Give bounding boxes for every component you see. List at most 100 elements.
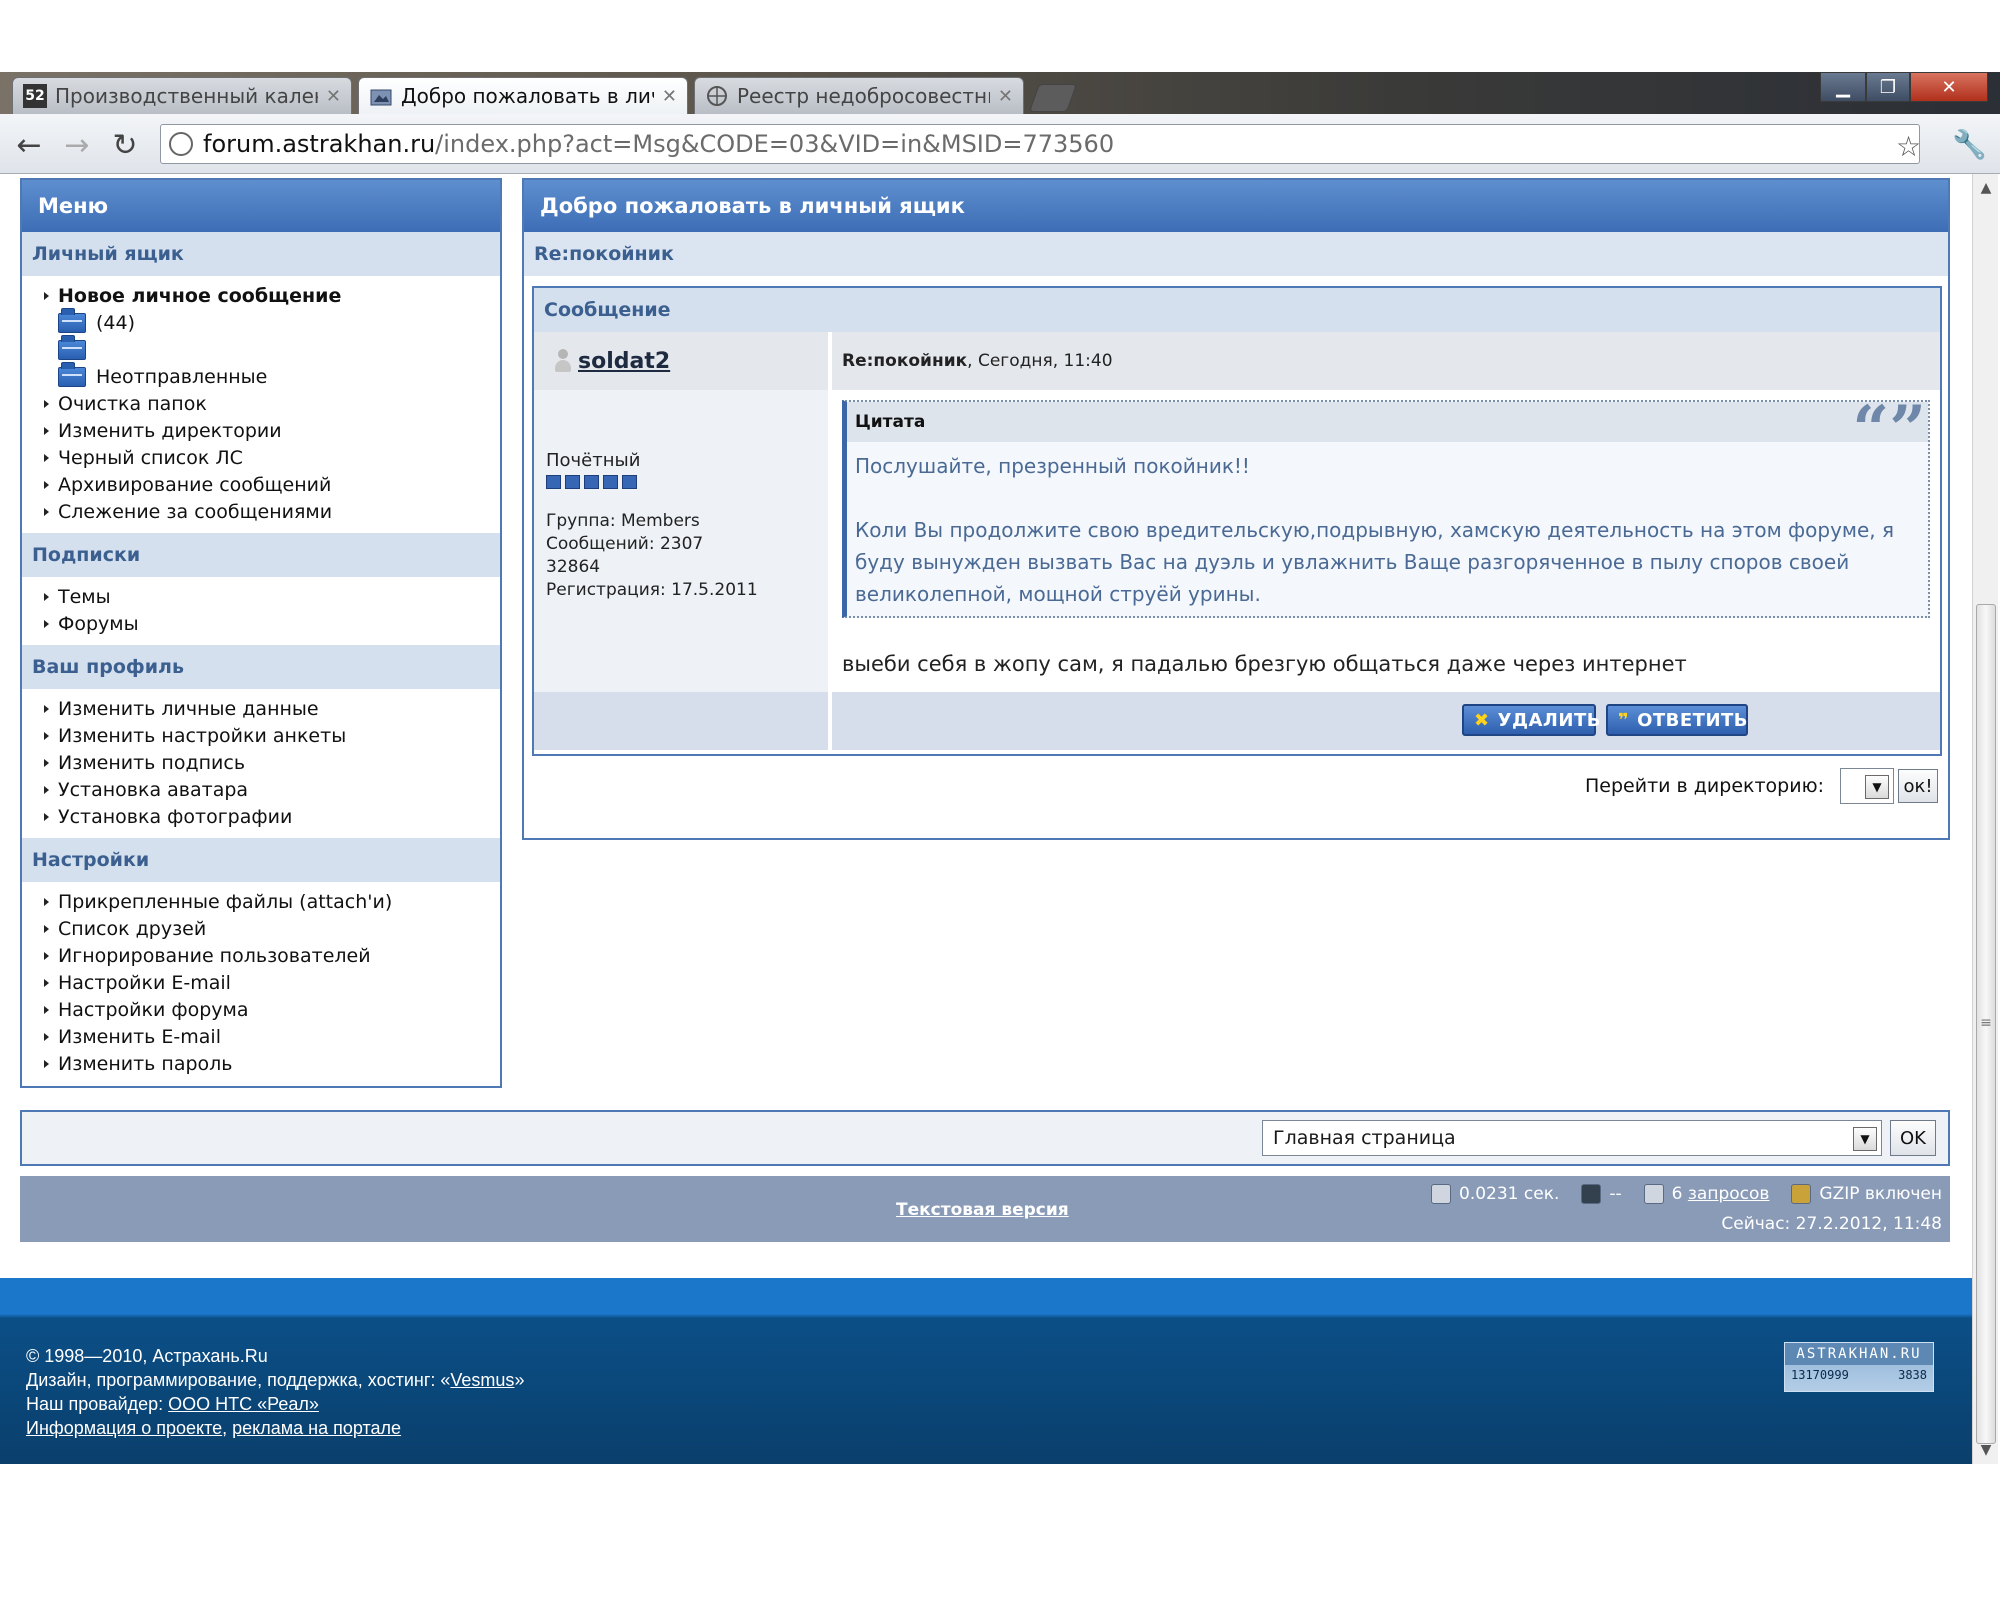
queries-link[interactable]: запросов [1688,1184,1770,1204]
quote-label: Цитата [847,402,1928,442]
sidebar-item-photo[interactable]: Установка фотографии [44,803,500,830]
counter-title: ASTRAKHAN.RU [1785,1343,1933,1365]
quote-mark-icon: “” [1852,392,1926,467]
message-box: Сообщение soldat2 Re:покойник, Сегодня, … [532,286,1942,756]
sidebar-item-profile-settings[interactable]: Изменить настройки анкеты [44,722,500,749]
url-path: /index.php?act=Msg&CODE=03&VID=in&MSID=7… [435,130,1115,158]
unsent-label: Неотправленные [96,365,268,388]
subscriptions-menu: Темы Форумы [22,577,500,645]
address-bar[interactable]: forum.astrakhan.ru/index.php?act=Msg&COD… [160,124,1920,164]
sidebar-item-forum-settings[interactable]: Настройки форума [44,996,500,1023]
section-heading-profile: Ваш профиль [22,645,500,689]
reply-label: ОТВЕТИТЬ [1637,709,1749,731]
sidebar-item-tracking[interactable]: Слежение за сообщениями [44,498,500,525]
tab-registry[interactable]: Реестр недобросовестных ✕ [694,77,1024,114]
sidebar-item-signature[interactable]: Изменить подпись [44,749,500,776]
sidebar-item-edit-folders[interactable]: Изменить директории [44,417,500,444]
sidebar-item-friends[interactable]: Список друзей [44,915,500,942]
sidebar-item-blacklist[interactable]: Черный список ЛС [44,444,500,471]
scroll-down-arrow-icon[interactable]: ▼ [1973,1442,1999,1458]
bookmark-star-icon[interactable]: ☆ [1896,130,1921,163]
reply-quote-icon: ❞ [1618,709,1630,731]
sidebar-item-ignore[interactable]: Игнорирование пользователей [44,942,500,969]
goto-folder-select[interactable]: ▼ [1840,768,1894,804]
load-dash: -- [1609,1184,1622,1204]
vesmus-link[interactable]: Vesmus [450,1370,514,1390]
quick-jump-select[interactable]: Главная страница ▼ [1262,1120,1882,1156]
rank-pip-icon [622,475,637,489]
tab-calendar[interactable]: 52 Производственный календ ✕ [12,77,352,114]
author-id: 32864 [546,557,601,577]
forward-arrow-icon[interactable]: → [60,128,94,163]
sidebar-item-attachments[interactable]: Прикрепленные файлы (attach'и) [44,888,500,915]
scroll-thumb[interactable]: ≡ [1976,604,1996,1444]
delete-x-icon: ✖ [1474,709,1490,731]
sidebar-item-change-email[interactable]: Изменить E-mail [44,1023,500,1050]
message-footer-left [534,692,830,750]
sidebar-item-change-password[interactable]: Изменить пароль [44,1050,500,1077]
topic-title: Re:покойник [524,232,1948,276]
new-tab-button[interactable] [1028,84,1078,112]
quote-text: Послушайте, презренный покойник!! Коли В… [847,442,1928,610]
quick-jump-ok-button[interactable]: OK [1890,1120,1936,1156]
message-time: , Сегодня, 11:40 [967,351,1113,371]
sidebar-item-unsent[interactable]: Неотправленные [44,361,500,390]
provider-link[interactable]: ООО НТС «Реал» [168,1394,319,1414]
scroll-up-arrow-icon[interactable]: ▲ [1973,180,1999,196]
main-panel: Добро пожаловать в личный ящик Re:покойн… [522,178,1950,840]
delete-label: УДАЛИТЬ [1497,709,1601,731]
visit-counter[interactable]: ASTRAKHAN.RU 13170999 3838 [1784,1342,1934,1392]
close-window-icon[interactable]: ✕ [1910,72,1988,102]
tab-close-icon[interactable]: ✕ [662,86,677,107]
about-link[interactable]: Информация о проекте [26,1418,222,1438]
mailbox-menu: Новое личное сообщение (44) Неотправленн… [22,276,500,533]
author-rank: Почётный [546,450,641,471]
text-version-link[interactable]: Текстовая версия [896,1200,1069,1220]
sidebar-item-sent[interactable] [44,334,500,363]
sidebar-item-inbox[interactable]: (44) [44,307,500,336]
tab-close-icon[interactable]: ✕ [326,86,341,107]
author-name-link[interactable]: soldat2 [578,349,670,374]
reload-icon[interactable]: ↻ [108,128,142,163]
sidebar-item-forums[interactable]: Форумы [44,610,500,637]
current-time: Сейчас: 27.2.2012, 11:48 [1721,1214,1942,1234]
grip-icon: ≡ [1980,1015,1992,1031]
wrench-icon[interactable]: 🔧 [1952,128,1987,161]
sidebar-item-archive[interactable]: Архивирование сообщений [44,471,500,498]
back-arrow-icon[interactable]: ← [12,128,46,163]
goto-ok-button[interactable]: ок! [1898,769,1938,803]
tab-close-icon[interactable]: ✕ [998,86,1013,107]
user-offline-icon [554,349,572,373]
gzip-icon [1791,1184,1812,1204]
delete-button[interactable]: ✖ УДАЛИТЬ [1462,704,1600,736]
ads-link[interactable]: реклама на портале [232,1418,401,1438]
sidebar-item-avatar[interactable]: Установка аватара [44,776,500,803]
link-separator: , [222,1418,233,1438]
page-scrollbar[interactable]: ▲ ≡ ▼ [1972,174,1998,1464]
reply-text: выеби себя в жопу сам, я падалью брезгую… [842,652,1687,676]
section-heading-mailbox: Личный ящик [22,232,500,276]
sidebar-item-topics[interactable]: Темы [44,583,500,610]
design-prefix: Дизайн, программирование, поддержка, хос… [26,1370,451,1390]
message-subject: Re:покойник [842,351,968,371]
minimize-icon[interactable]: ▁ [1820,72,1866,102]
section-heading-subscriptions: Подписки [22,533,500,577]
sidebar-item-clean-folders[interactable]: Очистка папок [44,390,500,417]
copyright: © 1998—2010, Астрахань.Ru [26,1346,268,1366]
counter-today: 3838 [1898,1368,1927,1382]
exec-time: 0.0231 сек. [1459,1184,1560,1204]
tab-title: Добро пожаловать в личн [401,84,654,108]
reply-button[interactable]: ❞ ОТВЕТИТЬ [1606,704,1748,736]
chevron-down-icon: ▼ [1853,1127,1877,1151]
page-info-icon[interactable] [169,132,193,156]
sidebar-item-email-settings[interactable]: Настройки E-mail [44,969,500,996]
sidebar-item-new-message[interactable]: Новое личное сообщение [44,282,500,309]
sidebar-item-personal-data[interactable]: Изменить личные данные [44,695,500,722]
maximize-icon[interactable]: ❐ [1866,72,1910,102]
sidebar-menu: Меню Личный ящик Новое личное сообщение … [20,178,502,1088]
browser-toolbar: ← → ↻ forum.astrakhan.ru/index.php?act=M… [0,114,2000,174]
rank-pip-icon [603,475,618,489]
author-registered: Регистрация: 17.5.2011 [546,580,758,600]
tab-forum[interactable]: Добро пожаловать в личн ✕ [358,77,688,114]
message-footer-right: ✖ УДАЛИТЬ ❞ ОТВЕТИТЬ [832,692,1940,750]
